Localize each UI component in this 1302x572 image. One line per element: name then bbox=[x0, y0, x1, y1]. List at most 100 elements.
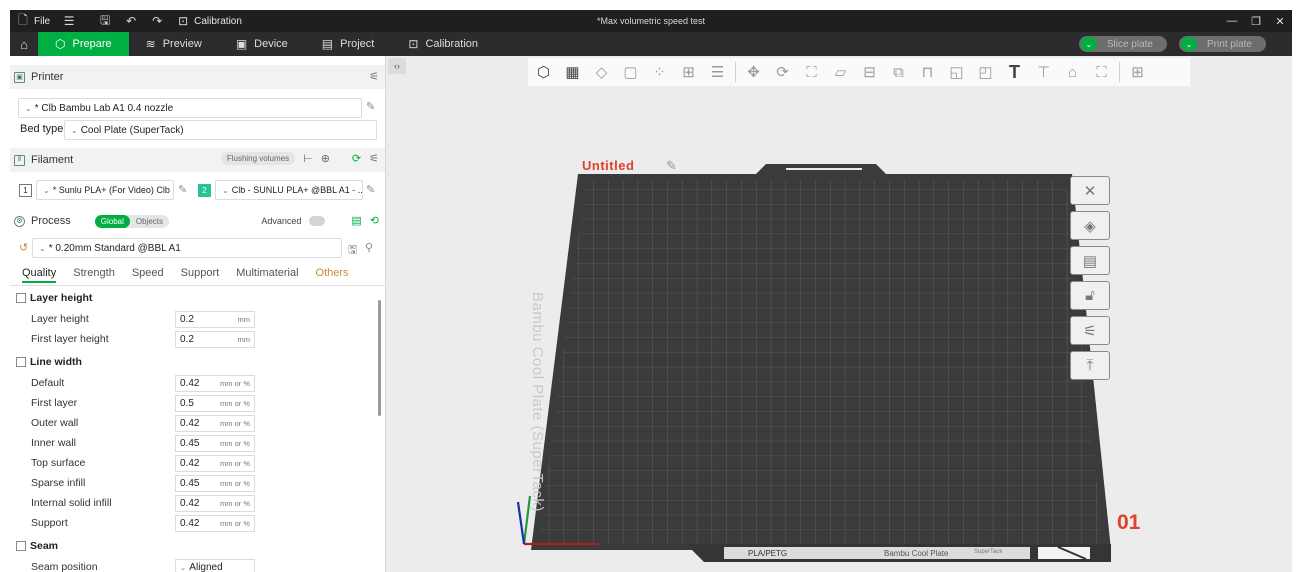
group-title: Seam bbox=[30, 540, 59, 552]
edit-icon[interactable]: ✎ bbox=[366, 183, 375, 196]
bed-type-value: Cool Plate (SuperTack) bbox=[80, 124, 184, 136]
process-preset-select[interactable]: ⌄ * 0.20mm Standard @BBL A1 bbox=[32, 238, 342, 258]
compare-icon[interactable]: ▤ bbox=[351, 214, 361, 227]
close-icon: ✕ bbox=[1083, 182, 1097, 200]
bed-type-select[interactable]: ⌄ Cool Plate (SuperTack) bbox=[64, 120, 377, 140]
process-settings-icon[interactable]: ⟲ bbox=[370, 214, 379, 227]
filament-slot-2-select[interactable]: ⌄ Clb - SUNLU PLA+ @BBL A1 - ... bbox=[215, 180, 363, 200]
filament-slot-1-number: 1 bbox=[19, 184, 32, 197]
bed-filament-text: PLA/PETG bbox=[748, 549, 788, 558]
arrange-plate-button[interactable]: ▤ bbox=[1070, 246, 1110, 275]
plate-settings-button[interactable]: ⚟ bbox=[1070, 316, 1110, 345]
sparse-infill-width-input[interactable]: 0.45 mm or % bbox=[175, 475, 255, 492]
row-label: Inner wall bbox=[31, 437, 76, 449]
global-toggle[interactable]: Global bbox=[94, 214, 130, 228]
add-filament-icon[interactable]: ⊕ bbox=[321, 152, 330, 165]
search-icon[interactable]: ⚲ bbox=[365, 241, 373, 254]
printer-section-header: ▣ Printer bbox=[14, 67, 382, 87]
build-plate[interactable] bbox=[386, 56, 1292, 572]
advanced-switch[interactable] bbox=[309, 215, 326, 226]
layers-icon: ≋ bbox=[145, 37, 156, 51]
layer-height-icon bbox=[16, 293, 26, 303]
auto-orient-button[interactable]: ◈ bbox=[1070, 211, 1110, 240]
save-preset-icon[interactable]: 🖫 bbox=[348, 241, 357, 260]
printer-preset-select[interactable]: ⌄ * Clb Bambu Lab A1 0.4 nozzle bbox=[18, 98, 362, 118]
row-label: Seam position bbox=[31, 561, 98, 572]
app-window: 🗋 File ☰ 🖫 ↶ ↷ ⊡ Calibration *Max volume… bbox=[0, 0, 1302, 572]
file-menu[interactable]: 🗋 File bbox=[10, 10, 56, 32]
first-layer-height-input[interactable]: 0.2 mm bbox=[175, 331, 255, 348]
printer-preset-value: * Clb Bambu Lab A1 0.4 nozzle bbox=[34, 102, 174, 114]
tab-others[interactable]: Others bbox=[316, 267, 349, 283]
move-to-top-button[interactable]: ⤒ bbox=[1070, 351, 1110, 380]
tab-device[interactable]: ▣ Device bbox=[219, 32, 305, 56]
undo-button[interactable]: ↶ bbox=[118, 10, 144, 32]
tab-strength[interactable]: Strength bbox=[73, 267, 115, 283]
printer-settings-icon[interactable]: ⚟ bbox=[369, 70, 379, 83]
3d-viewport[interactable]: ‹› ⬡ ▦ ◇ ▢ ⁘ ⊞ ☰ ✥ ⟳ ⛶ ⏥ ⊟ ⧉ ⊓ ◱ ◰ T ⊤ ⌂… bbox=[386, 56, 1292, 572]
settings-scrollbar[interactable] bbox=[378, 300, 381, 416]
row-label: First layer height bbox=[31, 333, 109, 345]
restore-icon[interactable]: ❐ bbox=[1244, 10, 1268, 32]
seam-position-select[interactable]: ⌄ Aligned bbox=[175, 559, 255, 572]
gear-icon: ⚙ bbox=[14, 215, 25, 227]
tab-prepare[interactable]: ⬡ Prepare bbox=[38, 32, 129, 56]
group-seam: Seam bbox=[16, 538, 58, 554]
edit-icon[interactable]: ✎ bbox=[366, 100, 375, 113]
bed-model-text: Bambu Cool Plate bbox=[884, 549, 949, 558]
filament-section-label: Filament bbox=[31, 154, 74, 166]
internal-solid-infill-width-input[interactable]: 0.42 mm or % bbox=[175, 495, 255, 512]
support-width-input[interactable]: 0.42 mm or % bbox=[175, 515, 255, 532]
minimize-icon[interactable]: — bbox=[1220, 10, 1244, 32]
row-label: First layer bbox=[31, 397, 78, 409]
edit-icon[interactable]: ✎ bbox=[666, 158, 677, 174]
layer-height-input[interactable]: 0.2 mm bbox=[175, 311, 255, 328]
top-surface-width-input[interactable]: 0.42 mm or % bbox=[175, 455, 255, 472]
filament-slot-2-number: 2 bbox=[198, 184, 211, 197]
menu-button[interactable]: ☰ bbox=[56, 10, 82, 32]
chevron-down-icon: ⌄ bbox=[39, 243, 46, 253]
process-preset-value: * 0.20mm Standard @BBL A1 bbox=[48, 242, 181, 254]
print-plate-button[interactable]: ⌄ Print plate bbox=[1178, 36, 1266, 52]
tab-preview[interactable]: ≋ Preview bbox=[129, 32, 219, 56]
settings-panel: ▣ Printer ⚟ ⌄ * Clb Bambu Lab A1 0.4 noz… bbox=[10, 56, 386, 572]
tab-calibration[interactable]: ⊡ Calibration bbox=[391, 32, 495, 56]
chevron-down-icon: ⌄ bbox=[25, 103, 32, 113]
tab-support[interactable]: Support bbox=[181, 267, 220, 283]
first-layer-width-input[interactable]: 0.5 mm or % bbox=[175, 395, 255, 412]
field-unit: mm or % bbox=[220, 479, 250, 488]
tab-project[interactable]: ▤ Project bbox=[305, 32, 392, 56]
default-width-input[interactable]: 0.42 mm or % bbox=[175, 375, 255, 392]
home-button[interactable]: ⌂ bbox=[10, 32, 38, 56]
lock-plate-button[interactable]: 🔓︎ bbox=[1070, 281, 1110, 310]
remove-filament-icon[interactable]: ⊢ bbox=[303, 152, 313, 165]
tab-multimaterial[interactable]: Multimaterial bbox=[236, 267, 298, 283]
reset-icon[interactable]: ↺ bbox=[19, 241, 28, 254]
filament-slot-2-name: Clb - SUNLU PLA+ @BBL A1 - ... bbox=[231, 185, 363, 195]
calibration-menu[interactable]: ⊡ Calibration bbox=[170, 10, 248, 32]
row-label: Internal solid infill bbox=[31, 497, 112, 509]
cube-icon: ⬡ bbox=[55, 37, 66, 51]
outer-wall-width-input[interactable]: 0.42 mm or % bbox=[175, 415, 255, 432]
home-icon: ⌂ bbox=[20, 36, 28, 52]
flushing-volumes-button[interactable]: Flushing volumes bbox=[220, 152, 296, 165]
save-icon: 🖫 bbox=[100, 12, 111, 27]
line-width-icon bbox=[16, 357, 26, 367]
delete-plate-button[interactable]: ✕ bbox=[1070, 176, 1110, 205]
objects-toggle[interactable]: Objects bbox=[130, 215, 169, 228]
sync-filament-icon[interactable]: ⟳ bbox=[352, 152, 361, 165]
filament-settings-icon[interactable]: ⚟ bbox=[369, 152, 379, 165]
tab-quality[interactable]: Quality bbox=[22, 267, 57, 283]
process-section-label: Process bbox=[31, 215, 71, 227]
filament-slot-1-select[interactable]: ⌄ * Sunlu PLA+ (For Video) Clb bbox=[36, 180, 174, 200]
close-icon[interactable]: ✕ bbox=[1268, 10, 1292, 32]
inner-wall-width-input[interactable]: 0.45 mm or % bbox=[175, 435, 255, 452]
tab-speed[interactable]: Speed bbox=[132, 267, 164, 283]
chevron-down-icon[interactable]: ⌄ bbox=[1180, 37, 1197, 51]
slice-plate-button[interactable]: ⌄ Slice plate bbox=[1078, 36, 1167, 52]
redo-button[interactable]: ↷ bbox=[144, 10, 170, 32]
chevron-down-icon[interactable]: ⌄ bbox=[1080, 37, 1097, 51]
save-button[interactable]: 🖫 bbox=[92, 10, 118, 32]
edit-icon[interactable]: ✎ bbox=[178, 183, 187, 196]
chevron-down-icon: ⌄ bbox=[71, 125, 78, 135]
